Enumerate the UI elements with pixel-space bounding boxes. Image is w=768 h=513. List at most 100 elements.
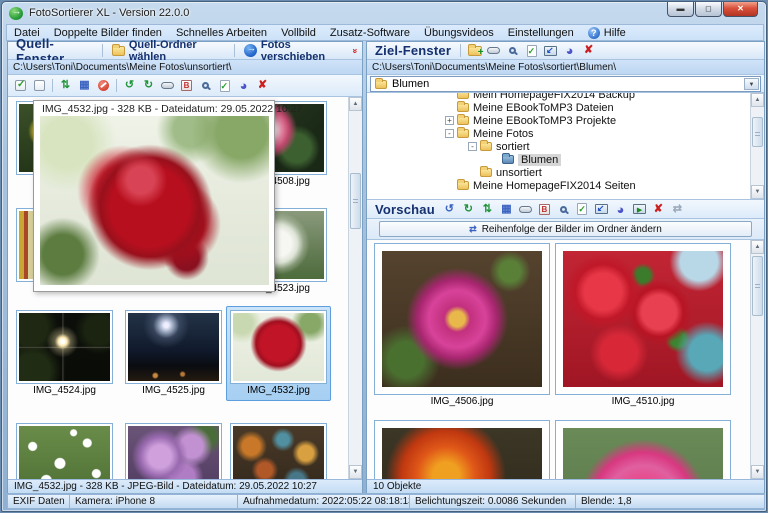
- thumbnail-cell[interactable]: [230, 423, 327, 479]
- verify-button[interactable]: [523, 43, 540, 59]
- rotate-left-button[interactable]: ↺: [441, 201, 458, 217]
- sort-order-button[interactable]: ⇅: [479, 201, 496, 217]
- move-to-folder-button[interactable]: [593, 201, 610, 217]
- thumbnail-cell-selected[interactable]: IMG_4532.jpg: [226, 306, 331, 401]
- thumbnail-cell[interactable]: IMG_4525.jpg: [125, 310, 222, 397]
- scroll-down-icon[interactable]: ▼: [751, 185, 764, 199]
- lock-icon: [98, 80, 109, 91]
- minimize-button[interactable]: ▬: [667, 2, 694, 17]
- folder-icon: [457, 93, 469, 99]
- move-photos-button[interactable]: Fotos verschieben: [240, 39, 350, 63]
- tree-expander[interactable]: +: [445, 116, 454, 125]
- rename-button[interactable]: [517, 201, 534, 217]
- status-capture-date: Aufnahmedatum: 2022:05:22 08:18:13: [238, 495, 410, 508]
- tree-item[interactable]: - sortiert: [367, 140, 764, 153]
- search-button[interactable]: [197, 78, 214, 94]
- thumbnail-cell[interactable]: IMG_4510.jpg: [555, 243, 731, 408]
- delete-button[interactable]: ✘: [650, 201, 667, 217]
- status-camera: Kamera: iPhone 8: [70, 495, 238, 508]
- lock-button[interactable]: [95, 78, 112, 94]
- sort-order-button[interactable]: ⇅: [57, 78, 74, 94]
- toolbar-overflow-icon[interactable]: »: [350, 48, 360, 53]
- delete-button[interactable]: ✘: [254, 78, 271, 94]
- statistics-button[interactable]: ◕: [561, 43, 578, 59]
- tree-expander[interactable]: -: [468, 142, 477, 151]
- thumbnail-cell[interactable]: [374, 420, 550, 479]
- tree-item[interactable]: - Meine Fotos: [367, 127, 764, 140]
- move-to-folder-button[interactable]: [542, 43, 559, 59]
- maximize-button[interactable]: ◻: [695, 2, 722, 17]
- thumbnail-image: [563, 251, 723, 387]
- sort-order-icon: ⇅: [60, 79, 71, 91]
- thumbnail-grid-button[interactable]: ▦: [76, 78, 93, 94]
- tree-item[interactable]: Meine EBookToMP3 Dateien: [367, 101, 764, 114]
- folder-combobox[interactable]: Blumen ▼: [370, 76, 761, 92]
- slideshow-button[interactable]: [631, 201, 648, 217]
- thumbnail-grid-button[interactable]: ▦: [498, 201, 515, 217]
- deselect-all-button[interactable]: [31, 78, 48, 94]
- tree-item[interactable]: unsortiert: [367, 166, 764, 179]
- sort-order-icon: ⇅: [482, 202, 492, 215]
- thumbnail-image: [233, 313, 324, 381]
- search-button[interactable]: [555, 201, 572, 217]
- menu-hilfe[interactable]: ? Hilfe: [581, 25, 633, 40]
- folder-icon: [457, 101, 469, 112]
- thumbnail-cell[interactable]: IMG_4506.jpg: [374, 243, 550, 408]
- chevron-down-icon[interactable]: ▼: [744, 78, 759, 90]
- thumbnail-cell[interactable]: [125, 423, 222, 479]
- tree-expander[interactable]: -: [445, 129, 454, 138]
- rotate-right-button[interactable]: ↻: [140, 78, 157, 94]
- title-bar[interactable]: FotoSortierer XL - Version 22.0.0: [2, 2, 766, 24]
- target-panel-header: Ziel-Fenster ◕✘: [367, 42, 764, 60]
- rotate-right-button[interactable]: ↻: [460, 201, 477, 217]
- search-button[interactable]: [504, 43, 521, 59]
- delete-icon: ✘: [583, 44, 594, 56]
- choose-source-folder-button[interactable]: Quell-Ordner wählen: [108, 39, 229, 63]
- scroll-up-icon[interactable]: ▲: [751, 93, 764, 107]
- target-path-bar: C:\Users\Toni\Documents\Meine Fotos\sort…: [367, 60, 764, 75]
- tree-item[interactable]: Mein HomepageFIX2014 Backup: [367, 93, 764, 101]
- rename-button[interactable]: [485, 43, 502, 59]
- thumbnail-image: [382, 428, 542, 479]
- delete-button[interactable]: ✘: [580, 43, 597, 59]
- close-button[interactable]: ✕: [723, 2, 758, 17]
- tree-scrollbar[interactable]: ▲ ▼: [750, 93, 764, 199]
- thumbnail-cell[interactable]: [555, 420, 731, 479]
- target-status-strip: 10 Objekte: [367, 479, 764, 493]
- statistics-button[interactable]: ◕: [235, 78, 252, 94]
- menu-einstellungen[interactable]: Einstellungen: [501, 25, 581, 40]
- folder-combo-row: Blumen ▼: [367, 75, 764, 93]
- scroll-down-icon[interactable]: ▼: [349, 465, 362, 479]
- exif-button[interactable]: B: [536, 201, 553, 217]
- target-thumbnail-grid: IMG_4506.jpg IMG_4510.jpg ▲ ▼: [367, 240, 764, 479]
- toolbar-separator: [102, 44, 104, 57]
- verify-button[interactable]: [216, 78, 233, 94]
- statistics-button[interactable]: ◕: [612, 201, 629, 217]
- menu-uebungsvideos[interactable]: Übungsvideos: [417, 25, 501, 40]
- new-folder-button[interactable]: [466, 43, 484, 59]
- tree-item[interactable]: Meine HomepageFIX2014 Seiten: [367, 179, 764, 192]
- select-all-button[interactable]: [12, 78, 29, 94]
- tree-item-selected[interactable]: Blumen: [367, 153, 764, 166]
- source-status-strip: IMG_4532.jpg - 328 KB - JPEG-Bild - Date…: [8, 479, 362, 493]
- target-grid-scrollbar[interactable]: ▲ ▼: [750, 240, 764, 479]
- reorder-images-button[interactable]: ⇄ Reihenfolge der Bilder im Ordner änder…: [378, 221, 753, 237]
- thumbnail-cell[interactable]: IMG_4524.jpg: [16, 310, 113, 397]
- reorder-button[interactable]: ⇄: [669, 201, 686, 217]
- rotate-left-button[interactable]: ↺: [121, 78, 138, 94]
- verify-button[interactable]: [574, 201, 591, 217]
- rename-button[interactable]: [159, 78, 176, 94]
- scrollbar-thumb[interactable]: [752, 117, 763, 147]
- tree-item[interactable]: + Meine EBookToMP3 Projekte: [367, 114, 764, 127]
- scroll-up-icon[interactable]: ▲: [349, 97, 362, 111]
- folder-icon: [375, 77, 387, 89]
- scrollbar-thumb[interactable]: [752, 256, 763, 316]
- verify-icon: [526, 44, 537, 58]
- source-grid-scrollbar[interactable]: ▲ ▼: [348, 97, 362, 479]
- toolbar-separator: [460, 44, 462, 57]
- exif-button[interactable]: B: [178, 78, 195, 94]
- scrollbar-thumb[interactable]: [350, 173, 361, 229]
- scroll-up-icon[interactable]: ▲: [751, 240, 764, 254]
- thumbnail-cell[interactable]: [16, 423, 113, 479]
- scroll-down-icon[interactable]: ▼: [751, 465, 764, 479]
